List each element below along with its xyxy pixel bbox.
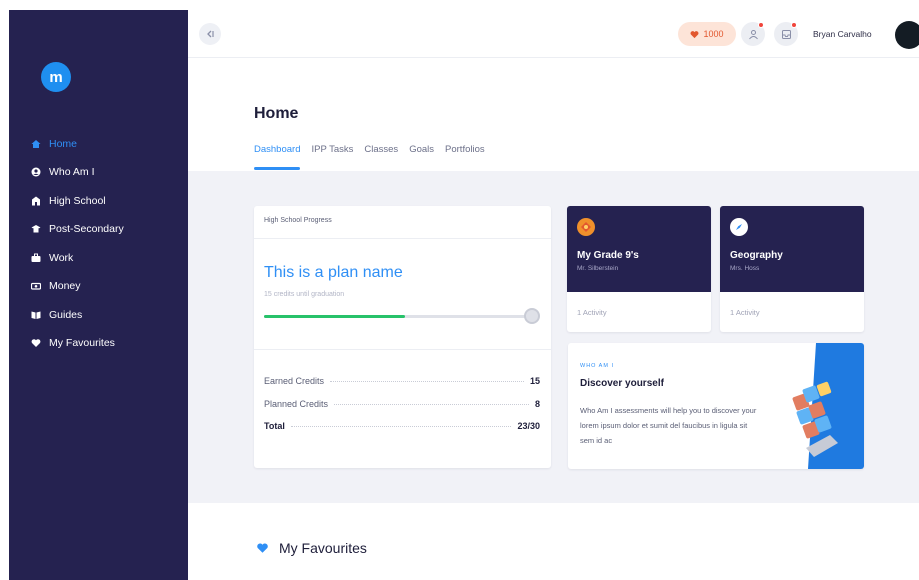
sidebar-item-label: Guides (49, 308, 83, 321)
collapse-sidebar-button[interactable] (199, 23, 221, 45)
card-header: High School Progress (254, 206, 551, 239)
sidebar-nav: Home Who Am I High School Post-Secondary… (31, 134, 181, 362)
leader-line (290, 425, 512, 427)
user-name[interactable]: Bryan Carvalho (813, 29, 872, 39)
inbox-icon (781, 29, 791, 39)
class-card-header: My Grade 9's Mr. Silberstein (567, 206, 711, 292)
sidebar-item-my-favourites[interactable]: My Favourites (31, 334, 181, 353)
school-icon (32, 196, 40, 205)
class-teacher: Mr. Silberstein (577, 265, 619, 272)
sidebar-item-label: High School (49, 194, 106, 207)
notification-dot (758, 22, 764, 28)
heart-icon (257, 543, 268, 553)
credit-label: Earned Credits (264, 376, 325, 386)
sidebar-item-post-secondary[interactable]: Post-Secondary (31, 220, 181, 239)
earned-credits-row: Earned Credits 15 (264, 376, 540, 386)
class-title: Geography (730, 250, 783, 261)
sidebar-item-guides[interactable]: Guides (31, 305, 181, 324)
sidebar-item-money[interactable]: Money (31, 277, 181, 296)
tab-goals[interactable]: Goals (409, 144, 434, 170)
class-badge-icon (577, 218, 595, 236)
grad-icon (31, 225, 41, 233)
favourites-title: My Favourites (279, 540, 367, 556)
user-icon (31, 167, 41, 177)
app-logo[interactable]: m (41, 62, 71, 92)
app-root: m Home Who Am I High School Post-Seconda… (0, 0, 919, 580)
favourites-count-badge[interactable]: 1000 (678, 22, 736, 46)
sidebar-item-work[interactable]: Work (31, 248, 181, 267)
credit-value: 23/30 (517, 421, 540, 431)
credit-value: 15 (529, 376, 540, 386)
puzzle-illustration-icon (792, 343, 864, 469)
credit-value: 8 (534, 399, 540, 409)
tab-classes[interactable]: Classes (364, 144, 398, 170)
sidebar-item-label: Post-Secondary (49, 223, 124, 235)
heart-count: 1000 (703, 29, 724, 39)
leader-line (334, 403, 529, 405)
class-card-my-grade-9s[interactable]: My Grade 9's Mr. Silberstein 1 Activity (567, 206, 711, 332)
tab-ipp-tasks[interactable]: IPP Tasks (311, 144, 353, 170)
sidebar: m Home Who Am I High School Post-Seconda… (9, 10, 188, 580)
discover-yourself-card[interactable]: WHO AM I Discover yourself Who Am I asse… (568, 343, 864, 469)
graduation-marker-icon (524, 308, 540, 324)
collapse-icon (207, 30, 214, 38)
credit-label: Planned Credits (264, 399, 329, 409)
class-card-geography[interactable]: Geography Mrs. Hoss 1 Activity (720, 206, 864, 332)
class-activity: 1 Activity (730, 308, 760, 317)
compass-icon (730, 218, 748, 236)
plan-name[interactable]: This is a plan name (264, 264, 403, 282)
book-icon (31, 311, 41, 319)
class-card-header: Geography Mrs. Hoss (720, 206, 864, 292)
sidebar-item-label: Who Am I (49, 166, 95, 178)
heart-icon (31, 339, 41, 347)
heart-icon (691, 30, 699, 38)
sidebar-item-label: Money (49, 280, 81, 292)
divider (254, 349, 551, 350)
top-bar: 1000 Bryan Carvalho (188, 10, 919, 58)
class-activity: 1 Activity (577, 308, 607, 317)
sidebar-item-home[interactable]: Home (31, 134, 181, 153)
tab-portfolios[interactable]: Portfolios (445, 144, 485, 170)
plan-subtitle: 15 credits until graduation (264, 291, 345, 298)
user-outline-icon (748, 29, 758, 39)
discover-kicker: WHO AM I (580, 363, 614, 369)
money-icon (31, 282, 41, 290)
tab-dashboard[interactable]: Dashboard (254, 144, 301, 170)
my-favourites-heading: My Favourites (256, 540, 367, 556)
planned-credits-row: Planned Credits 8 (264, 399, 540, 409)
notification-dot (791, 22, 797, 28)
class-title: My Grade 9's (577, 250, 639, 261)
messages-button[interactable] (774, 22, 798, 46)
page-tabs: Dashboard IPP Tasks Classes Goals Portfo… (254, 144, 496, 170)
progress-track (264, 315, 530, 318)
discover-body: Who Am I assessments will help you to di… (580, 406, 757, 445)
sidebar-item-high-school[interactable]: High School (31, 191, 181, 210)
class-teacher: Mrs. Hoss (730, 265, 760, 272)
sidebar-item-label: Home (49, 137, 78, 150)
sidebar-item-label: My Favourites (49, 337, 115, 349)
discover-title: Discover yourself (580, 378, 664, 389)
page-title: Home (254, 105, 299, 122)
briefcase-icon (31, 253, 41, 262)
credit-label: Total (264, 421, 285, 431)
leader-line (330, 380, 524, 382)
total-credits-row: Total 23/30 (264, 421, 540, 431)
profile-notifications-button[interactable] (741, 22, 765, 46)
sidebar-item-who-am-i[interactable]: Who Am I (31, 163, 181, 182)
home-icon (31, 139, 41, 148)
high-school-progress-card: High School Progress This is a plan name… (254, 206, 551, 468)
progress-fill (264, 315, 405, 318)
avatar[interactable] (895, 21, 919, 49)
sidebar-item-label: Work (49, 251, 74, 264)
